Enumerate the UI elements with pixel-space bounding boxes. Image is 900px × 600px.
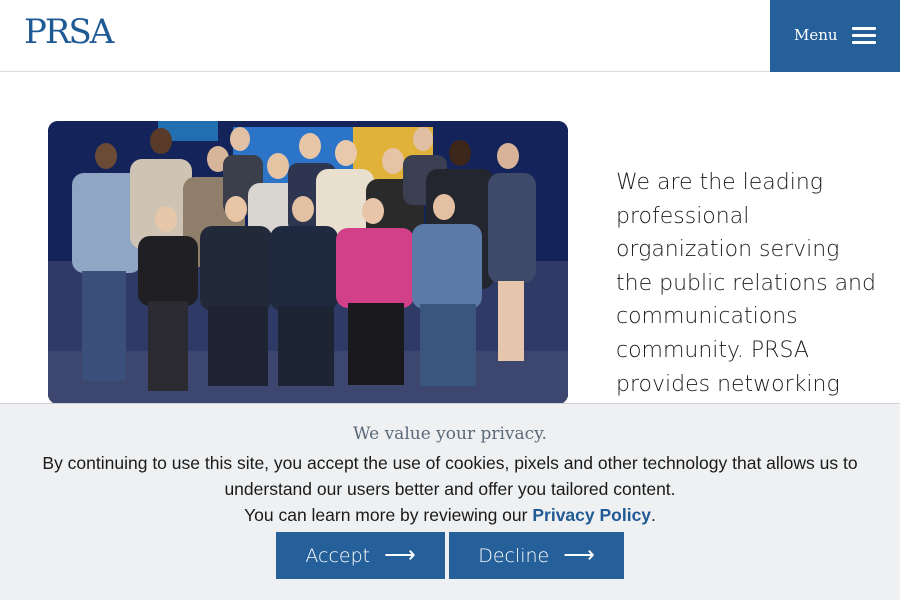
cookie-policy-suffix: . xyxy=(651,505,656,525)
accept-label: Accept xyxy=(305,544,371,567)
group-photo xyxy=(48,121,568,404)
arrow-right-icon: ⟶ xyxy=(563,543,595,568)
cookie-body-text: By continuing to use this site, you acce… xyxy=(42,453,858,499)
cookie-body-policy-line: You can learn more by reviewing our Priv… xyxy=(30,502,870,528)
site-header: PRSA Menu xyxy=(0,0,900,72)
intro-text: We are the leading professional organiza… xyxy=(616,170,876,397)
cookie-body: By continuing to use this site, you acce… xyxy=(30,450,870,528)
arrow-right-icon: ⟶ xyxy=(384,543,416,568)
privacy-policy-link[interactable]: Privacy Policy xyxy=(532,505,651,525)
cookie-policy-prefix: You can learn more by reviewing our xyxy=(244,505,528,525)
decline-label: Decline xyxy=(478,544,550,567)
menu-button[interactable]: Menu xyxy=(770,0,900,72)
menu-label: Menu xyxy=(794,26,838,44)
prsa-logo[interactable]: PRSA xyxy=(24,10,114,54)
cookie-banner: We value your privacy. By continuing to … xyxy=(0,403,900,600)
cookie-title: We value your privacy. xyxy=(353,424,547,444)
group-photo-illustration xyxy=(48,121,568,404)
hamburger-icon xyxy=(852,27,876,45)
decline-button[interactable]: Decline ⟶ xyxy=(449,532,624,579)
accept-button[interactable]: Accept ⟶ xyxy=(276,532,445,579)
